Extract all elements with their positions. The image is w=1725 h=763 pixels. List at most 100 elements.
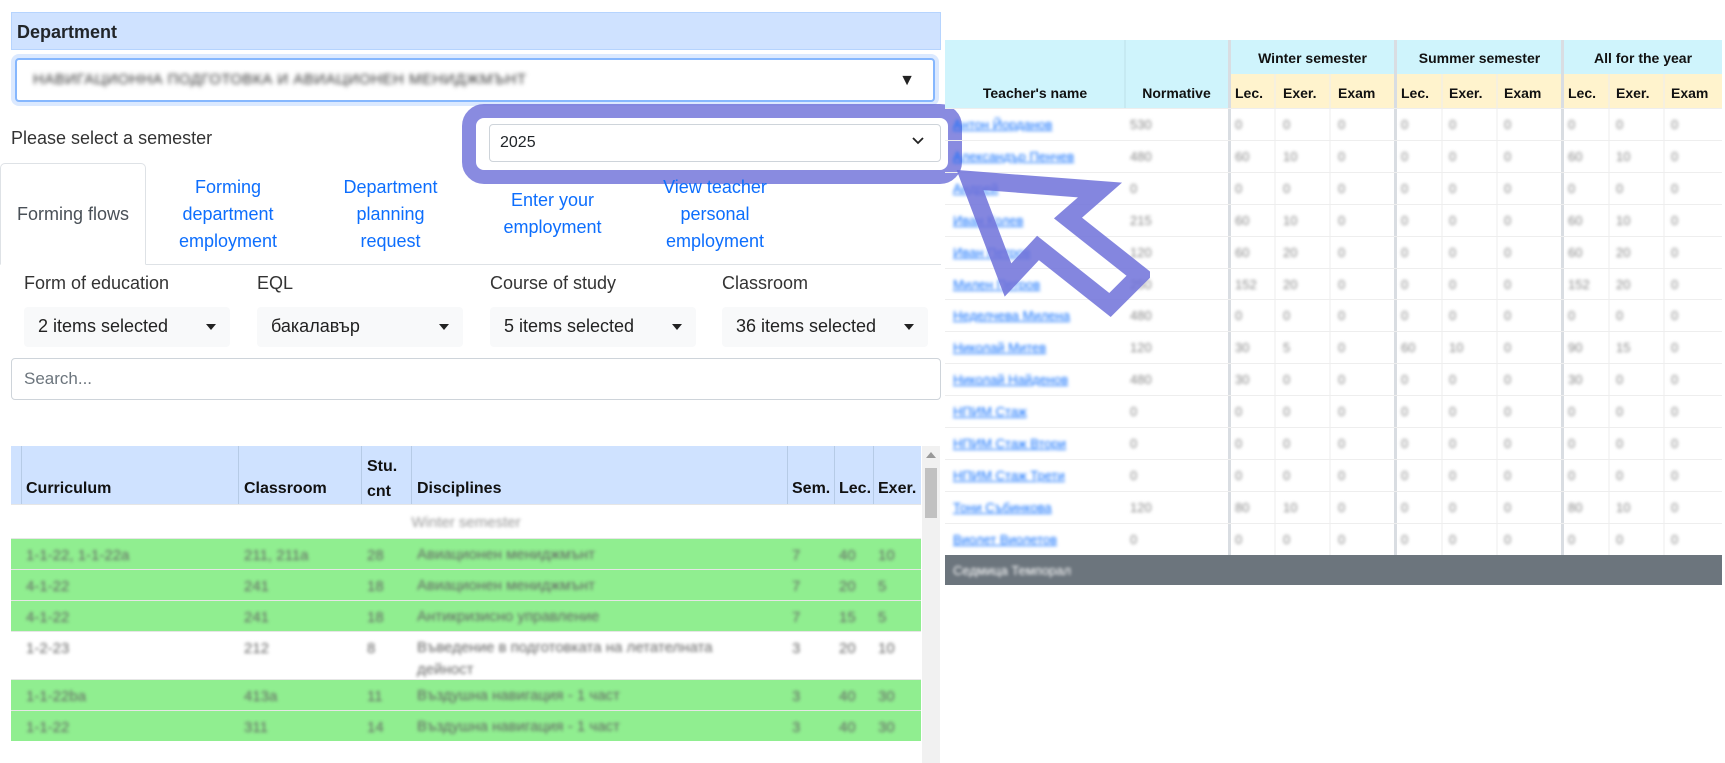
eql-dropdown[interactable]: бакалавър	[257, 307, 463, 347]
teacher-link[interactable]: Антон Йорданов	[953, 117, 1052, 132]
teacher-link[interactable]: Александър Пенчев	[953, 149, 1074, 164]
cell-sem: 3	[792, 640, 801, 657]
teacher-hours-cell: 60	[1568, 148, 1583, 164]
col-lec[interactable]: Lec.	[839, 480, 871, 498]
teacher-hours-cell: 0	[1283, 308, 1291, 324]
teacher-link[interactable]: Николай Митев	[953, 340, 1046, 355]
table-scrollbar[interactable]	[922, 446, 940, 763]
col-normative[interactable]: Normative	[1125, 85, 1228, 101]
tab-forming-department-employment[interactable]: Forming department employment	[163, 174, 293, 255]
teacher-hours-cell: 60	[1568, 212, 1583, 228]
group-summer-semester: Summer semester	[1418, 50, 1541, 66]
teacher-hours-cell: 0	[1401, 148, 1409, 164]
teacher-hours-cell: 0	[1616, 308, 1624, 324]
semester-label: Please select a semester	[11, 128, 213, 148]
tab-enter-your-employment[interactable]: Enter your employment	[490, 187, 615, 241]
teacher-link[interactable]: НПИМ Стаж Трети	[953, 468, 1065, 483]
tab-forming-flows[interactable]: Forming flows	[0, 163, 146, 265]
teacher-hours-cell: 0	[1283, 372, 1291, 388]
cell-sem: 7	[792, 578, 801, 595]
scroll-up-icon[interactable]	[926, 452, 936, 458]
filter-label-eql: EQL	[257, 273, 294, 293]
teacher-link[interactable]: Николай Найденов	[953, 372, 1068, 387]
teacher-hours-cell: 0	[1338, 276, 1346, 292]
teacher-hours-cell: 0	[1401, 117, 1409, 132]
teacher-hours-cell: 0	[1671, 404, 1679, 420]
search-input[interactable]	[11, 358, 941, 400]
cell-discipline: Въздушна навигация - 1 част	[417, 687, 620, 704]
cell-stu: 11	[367, 688, 383, 705]
group-all-year: All for the year	[1593, 50, 1693, 66]
teacher-hours-cell: 0	[1568, 308, 1576, 324]
table-row[interactable]: 4-1-22 241 18 Антикризисно управление 7 15 5	[11, 600, 921, 631]
teacher-normative: 530	[1130, 117, 1152, 132]
teacher-hours-cell: 60	[1235, 244, 1250, 260]
left-panel: Department НАВИГАЦИОННА ПОДГОТОВКА И АВИ…	[0, 0, 962, 763]
teacher-normative: 480	[1130, 372, 1152, 388]
col-stu-cnt[interactable]: Stu. cnt	[367, 454, 407, 504]
teacher-hours-cell: 90	[1568, 340, 1583, 356]
col-classroom[interactable]: Classroom	[244, 480, 327, 498]
cell-classroom: 241	[244, 578, 270, 595]
cell-discipline: Антикризисно управление	[417, 608, 600, 625]
teacher-hours-cell: 152	[1568, 276, 1590, 292]
teacher-hours-cell: 0	[1568, 180, 1576, 196]
tab-view-teacher-personal-employment[interactable]: View teacher personal employment	[650, 174, 780, 255]
col-teacher-name[interactable]: Teacher's name	[945, 85, 1125, 101]
department-select[interactable]: НАВИГАЦИОННА ПОДГОТОВКА И АВИАЦИОНЕН МЕН…	[15, 58, 935, 102]
cell-stu: 14	[367, 719, 384, 736]
sub-exam: Exam	[1671, 85, 1709, 101]
teacher-hours-cell: 0	[1504, 531, 1512, 547]
table-row[interactable]: 4-1-22 241 18 Авиационен мениджмънт 7 20 5	[11, 569, 921, 600]
teacher-hours-cell: 0	[1338, 308, 1346, 324]
cell-stu: 8	[367, 640, 376, 657]
teacher-hours-cell: 0	[1504, 180, 1512, 196]
teacher-normative: 480	[1130, 148, 1152, 164]
cell-sem: 7	[792, 547, 801, 564]
teacher-hours-cell: 0	[1568, 436, 1576, 451]
col-disciplines[interactable]: Disciplines	[417, 480, 501, 498]
teacher-row: Тони Събинкова 120 80 10 0 0 0 0 80 10 0	[945, 490, 1722, 523]
teacher-hours-cell: 0	[1504, 212, 1512, 228]
cell-exer: 10	[878, 640, 895, 657]
teacher-hours-cell: 0	[1671, 531, 1679, 547]
dropdown-value: бакалавър	[271, 316, 360, 336]
teacher-link[interactable]: НПИМ Стаж	[953, 404, 1027, 419]
course-of-study-dropdown[interactable]: 5 items selected	[490, 307, 696, 347]
scroll-thumb[interactable]	[925, 468, 937, 518]
pointer-arrow-icon	[956, 170, 1150, 318]
teacher-hours-cell: 60	[1401, 340, 1416, 356]
group-row: Winter semester	[11, 504, 921, 538]
cell-curriculum: 1-1-22ba	[26, 688, 87, 705]
table-row[interactable]: 1-1-22 311 14 Въздушна навигация - 1 част 3 4…	[11, 710, 921, 741]
col-sem[interactable]: Sem.	[792, 480, 830, 498]
teacher-hours-cell: 0	[1338, 436, 1346, 451]
table-row[interactable]: 1-1-22, 1-1-22a 211, 211a 28 Авиационен мен…	[11, 538, 921, 569]
table-row[interactable]: 1-2-23 212 8 Въведение в подготовката на ле…	[11, 631, 921, 679]
teacher-link[interactable]: НПИМ Стаж Втори	[953, 436, 1066, 451]
tab-department-planning-request[interactable]: Department planning request	[328, 174, 453, 255]
sub-exer: Exer.	[1616, 85, 1650, 101]
teacher-normative: 0	[1130, 404, 1138, 420]
table-row[interactable]: 1-1-22ba 413a 11 Въздушна навигация - 1 час…	[11, 679, 921, 710]
teacher-hours-cell: 0	[1235, 436, 1243, 451]
group-label: Winter semester	[411, 514, 521, 531]
teacher-normative: 0	[1130, 467, 1138, 483]
cell-exer: 5	[878, 578, 887, 595]
teacher-hours-cell: 0	[1449, 436, 1457, 451]
teacher-hours-cell: 0	[1671, 212, 1679, 228]
teacher-row: Антон Йорданов 530 0 0 0 0 0 0 0 0 0	[945, 108, 1722, 140]
teacher-link[interactable]: Тони Събинкова	[953, 500, 1052, 515]
col-exer[interactable]: Exer.	[878, 480, 916, 498]
teacher-hours-cell: 20	[1616, 276, 1631, 292]
teacher-link[interactable]: Виолет Виолетов	[953, 532, 1057, 547]
cell-classroom: 413a	[244, 688, 278, 705]
col-curriculum[interactable]: Curriculum	[26, 480, 111, 498]
teacher-hours-cell: 0	[1283, 436, 1291, 451]
classroom-dropdown[interactable]: 36 items selected	[722, 307, 928, 347]
sub-lec: Lec.	[1235, 85, 1264, 101]
teacher-hours-cell: 0	[1338, 531, 1346, 547]
sub-lec: Lec.	[1568, 85, 1597, 101]
form-of-education-dropdown[interactable]: 2 items selected	[24, 307, 230, 347]
total-row-label: Седмица Темпорал	[953, 563, 1072, 578]
